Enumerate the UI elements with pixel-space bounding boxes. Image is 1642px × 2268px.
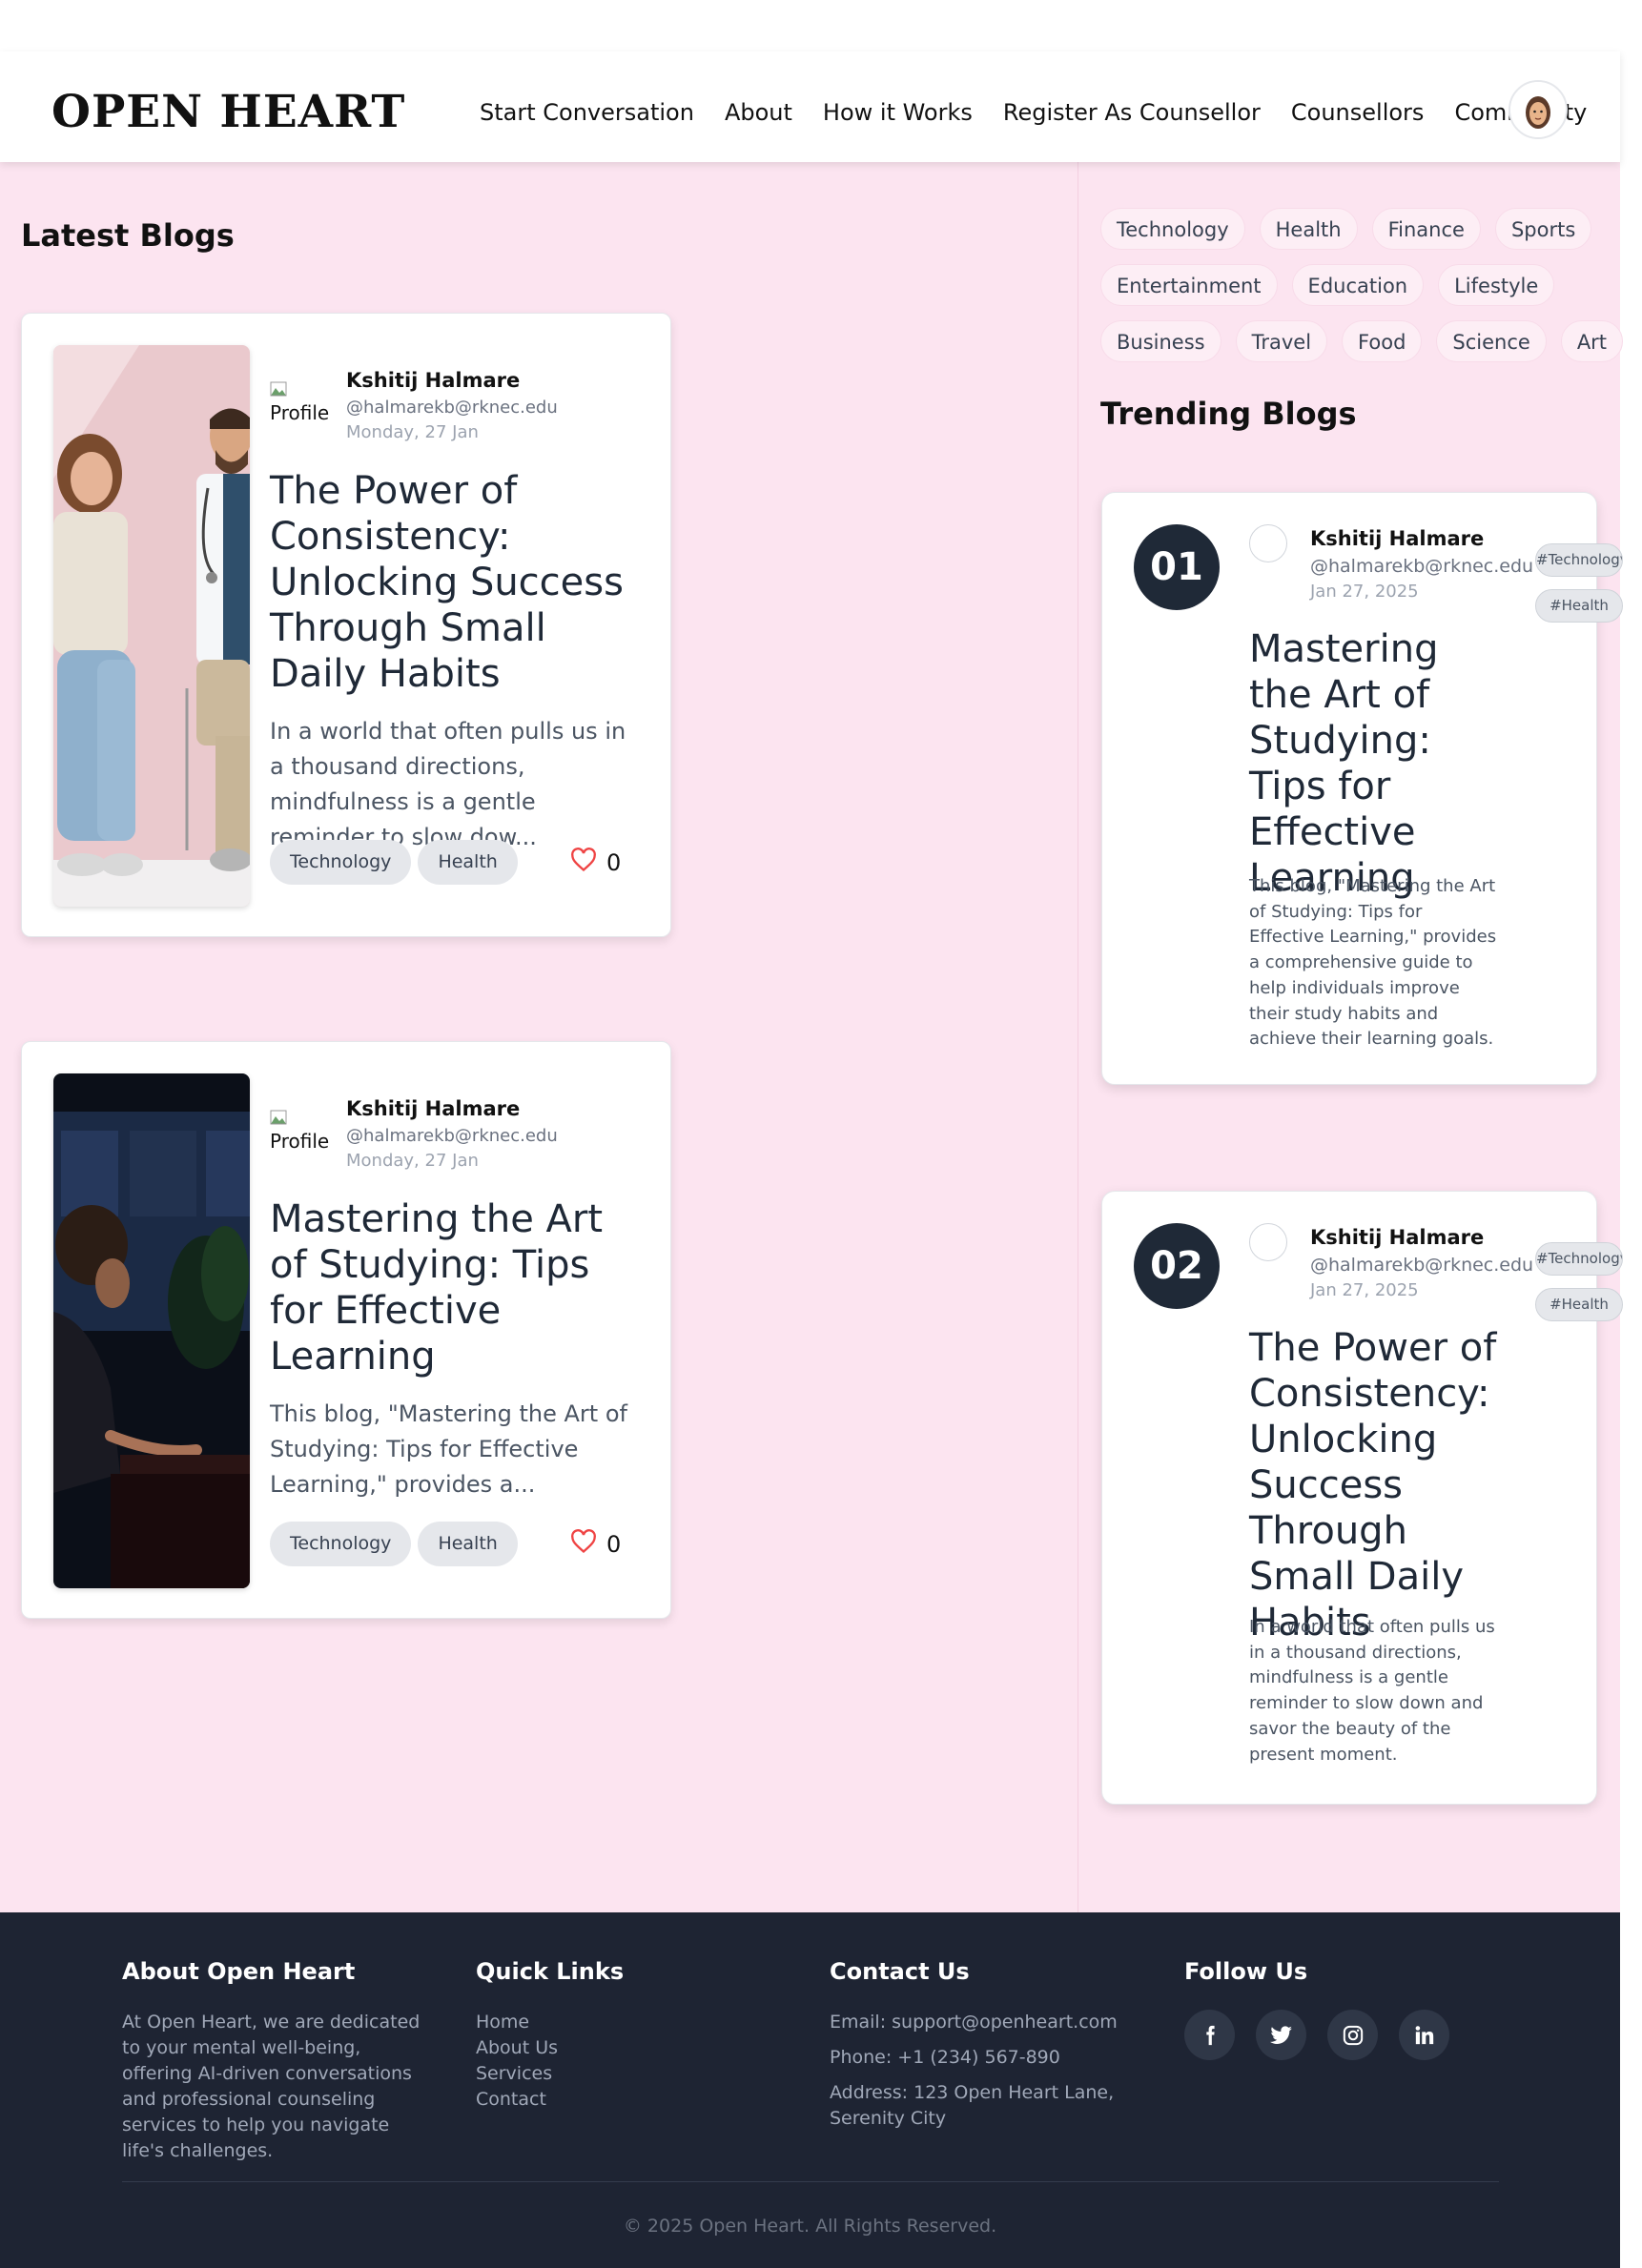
footer-link-home[interactable]: Home xyxy=(476,2010,762,2035)
broken-image-icon xyxy=(270,378,289,397)
footer-about-heading: About Open Heart xyxy=(122,1958,356,1985)
author-email: @halmarekb@rknec.edu xyxy=(346,1126,558,1146)
blog-card[interactable]: Profile Kshitij Halmare @halmarekb@rknec… xyxy=(21,313,671,937)
post-title[interactable]: Mastering the Art of Studying: Tips for … xyxy=(270,1196,613,1379)
like-button[interactable]: 0 xyxy=(570,1529,621,1560)
post-date: Monday, 27 Jan xyxy=(346,422,479,442)
post-date: Jan 27, 2025 xyxy=(1310,582,1419,602)
user-avatar[interactable] xyxy=(1509,80,1568,139)
author-avatar xyxy=(1249,524,1287,562)
like-count: 0 xyxy=(606,849,622,876)
rank-badge: 02 xyxy=(1134,1223,1220,1309)
footer-link-contact[interactable]: Contact xyxy=(476,2087,762,2113)
blog-image xyxy=(53,1073,250,1588)
contact-phone: Phone: +1 (234) 567-890 xyxy=(830,2047,1060,2068)
footer-about: About Open Heart At Open Heart, we are d… xyxy=(122,1958,427,2164)
heart-icon xyxy=(570,848,597,878)
contact-heading: Contact Us xyxy=(830,1958,970,1985)
post-date: Monday, 27 Jan xyxy=(346,1151,479,1171)
category-art[interactable]: Art xyxy=(1560,320,1624,362)
footer-link-services[interactable]: Services xyxy=(476,2061,762,2087)
hashtag-health[interactable]: #Health xyxy=(1535,1288,1623,1321)
post-date: Jan 27, 2025 xyxy=(1310,1280,1419,1300)
trending-card[interactable]: 01 Kshitij Halmare @halmarekb@rknec.edu … xyxy=(1101,492,1597,1085)
footer-follow: Follow Us xyxy=(1184,1958,1470,2060)
like-button[interactable]: 0 xyxy=(570,848,621,878)
tag-health[interactable]: Health xyxy=(418,1522,518,1566)
author-avatar xyxy=(1249,1223,1287,1261)
category-health[interactable]: Health xyxy=(1259,208,1358,250)
contact-email: Email: support@openheart.com xyxy=(830,2012,1118,2033)
author-email: @halmarekb@rknec.edu xyxy=(1310,556,1534,577)
nav-counsellors[interactable]: Counsellors xyxy=(1291,99,1425,126)
author-name: Kshitij Halmare xyxy=(346,1097,521,1120)
site-header: OPEN HEART Start Conversation About How … xyxy=(0,51,1620,162)
quick-links-heading: Quick Links xyxy=(476,1958,625,1985)
category-sports[interactable]: Sports xyxy=(1494,208,1592,250)
broken-image-icon xyxy=(270,1107,289,1125)
category-food[interactable]: Food xyxy=(1342,320,1423,362)
twitter-icon[interactable] xyxy=(1256,2010,1306,2060)
author-name: Kshitij Halmare xyxy=(1310,527,1485,550)
category-lifestyle[interactable]: Lifestyle xyxy=(1438,264,1555,306)
footer-divider xyxy=(122,2181,1499,2182)
post-excerpt: In a world that often pulls us in a thou… xyxy=(270,718,626,850)
post-title[interactable]: Mastering the Art of Studying: Tips for … xyxy=(1249,626,1511,901)
nav-how-it-works[interactable]: How it Works xyxy=(823,99,973,126)
post-description: In a world that often pulls us in a thou… xyxy=(1249,1617,1495,1765)
tag-technology[interactable]: Technology xyxy=(270,1522,412,1566)
post-tags: Technology Health xyxy=(270,1522,518,1566)
follow-heading: Follow Us xyxy=(1184,1958,1308,1985)
instagram-icon[interactable] xyxy=(1327,2010,1378,2060)
category-education[interactable]: Education xyxy=(1291,264,1425,306)
footer-link-about[interactable]: About Us xyxy=(476,2035,762,2061)
site-footer: About Open Heart At Open Heart, we are d… xyxy=(0,1912,1620,2268)
category-business[interactable]: Business xyxy=(1100,320,1221,362)
main-nav: Start Conversation About How it Works Re… xyxy=(480,99,1587,126)
nav-start-conversation[interactable]: Start Conversation xyxy=(480,99,694,126)
social-links xyxy=(1184,2010,1470,2060)
tag-technology[interactable]: Technology xyxy=(270,840,412,885)
profile-image: Profile xyxy=(270,378,337,424)
site-logo[interactable]: OPEN HEART xyxy=(51,86,405,138)
nav-about[interactable]: About xyxy=(725,99,792,126)
hashtag-technology[interactable]: #Technology xyxy=(1535,1242,1623,1276)
category-list: Technology Health Finance Sports Enterta… xyxy=(1100,208,1624,377)
category-travel[interactable]: Travel xyxy=(1235,320,1328,362)
post-title[interactable]: The Power of Consistency: Unlocking Succ… xyxy=(270,468,651,697)
blog-image xyxy=(53,345,250,907)
blog-card[interactable]: Profile Kshitij Halmare @halmarekb@rknec… xyxy=(21,1041,671,1619)
hashtag-technology[interactable]: #Technology xyxy=(1535,543,1623,577)
author-email: @halmarekb@rknec.edu xyxy=(1310,1255,1534,1276)
contact-address: Address: 123 Open Heart Lane, Serenity C… xyxy=(830,2082,1115,2129)
post-tags: Technology Health xyxy=(270,840,518,885)
author-email: @halmarekb@rknec.edu xyxy=(346,398,558,418)
nav-register-counsellor[interactable]: Register As Counsellor xyxy=(1003,99,1261,126)
category-science[interactable]: Science xyxy=(1436,320,1547,362)
hashtag-health[interactable]: #Health xyxy=(1535,589,1623,623)
author-name: Kshitij Halmare xyxy=(1310,1226,1485,1249)
profile-image: Profile xyxy=(270,1107,337,1153)
author-name: Kshitij Halmare xyxy=(346,369,521,392)
tag-health[interactable]: Health xyxy=(418,840,518,885)
category-technology[interactable]: Technology xyxy=(1100,208,1245,250)
main-content: Latest Blogs Profile Kshitij Halmare @ha… xyxy=(0,162,1624,1912)
trending-card[interactable]: 02 Kshitij Halmare @halmarekb@rknec.edu … xyxy=(1101,1191,1597,1805)
post-title[interactable]: The Power of Consistency: Unlocking Succ… xyxy=(1249,1325,1511,1645)
linkedin-icon[interactable] xyxy=(1399,2010,1449,2060)
trending-blogs-heading: Trending Blogs xyxy=(1100,396,1357,432)
post-description: This blog, "Mastering the Art of Studyin… xyxy=(1249,876,1497,1050)
like-count: 0 xyxy=(606,1531,622,1558)
post-excerpt: This blog, "Mastering the Art of Studyin… xyxy=(270,1400,627,1498)
category-finance[interactable]: Finance xyxy=(1371,208,1481,250)
copyright-text: © 2025 Open Heart. All Rights Reserved. xyxy=(623,2216,997,2237)
facebook-icon[interactable] xyxy=(1184,2010,1235,2060)
rank-badge: 01 xyxy=(1134,524,1220,610)
category-entertainment[interactable]: Entertainment xyxy=(1100,264,1278,306)
footer-quick-links: Quick Links Home About Us Services Conta… xyxy=(476,1958,762,2113)
heart-icon xyxy=(570,1529,597,1560)
footer-about-text: At Open Heart, we are dedicated to your … xyxy=(122,2012,421,2161)
footer-contact: Contact Us Email: support@openheart.com … xyxy=(830,1958,1154,2132)
latest-blogs-heading: Latest Blogs xyxy=(21,217,235,254)
